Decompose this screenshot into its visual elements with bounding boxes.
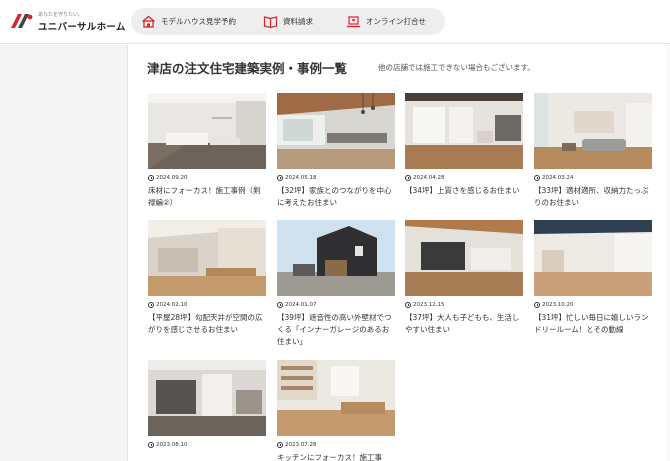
case-card[interactable]: 2024.04.28 【34坪】上質さを感じるお住まい bbox=[405, 93, 523, 197]
laptop-icon bbox=[347, 16, 360, 28]
case-photo[interactable] bbox=[534, 220, 652, 296]
clock-icon bbox=[277, 175, 283, 181]
case-card[interactable]: 2024.05.18 【32坪】家族とのつながりを中心に考えたお住まい bbox=[277, 93, 395, 209]
case-photo[interactable] bbox=[277, 220, 395, 296]
clock-icon bbox=[148, 175, 154, 181]
brand-logo[interactable]: あなたを守りたい。 ユニバーサルホーム bbox=[6, 8, 126, 36]
case-photo[interactable] bbox=[148, 93, 266, 169]
nav-label: モデルハウス見学予約 bbox=[161, 17, 236, 26]
page-scrollbar[interactable] bbox=[666, 45, 670, 461]
post-date: 2023.07.28 bbox=[277, 441, 395, 449]
nav-request-brochure[interactable]: 資料請求 bbox=[263, 8, 346, 35]
case-title[interactable]: 床材にフォーカス！施工事例（剣禄編②） bbox=[148, 185, 266, 209]
post-date: 2024.01.07 bbox=[277, 301, 395, 309]
left-sidebar bbox=[0, 45, 128, 461]
post-date: 2023.10.20 bbox=[534, 301, 652, 309]
case-title[interactable]: キッチンにフォーカス！施工事 bbox=[277, 452, 395, 461]
case-photo[interactable] bbox=[534, 93, 652, 169]
clock-icon bbox=[405, 302, 411, 308]
clock-icon bbox=[405, 175, 411, 181]
case-title[interactable]: 【平屋28坪】勾配天井が空間の広がりを感じさせるお住まい bbox=[148, 312, 266, 336]
case-title[interactable]: 【39坪】遮音性の高い外壁材でつくる「インナーガレージのあるお住まい」 bbox=[277, 312, 395, 348]
clock-icon bbox=[534, 302, 540, 308]
post-date: 2023.12.15 bbox=[405, 301, 523, 309]
nav-label: 資料請求 bbox=[283, 17, 313, 26]
page-note: 他の店舗では施工できない場合もございます。 bbox=[378, 63, 535, 72]
nav-label: オンライン打合せ bbox=[366, 17, 426, 26]
book-icon bbox=[263, 16, 278, 28]
post-date: 2024.03.24 bbox=[534, 174, 652, 182]
house-icon bbox=[142, 15, 155, 28]
page-title: 津店の注文住宅建築実例・事例一覧 bbox=[147, 61, 348, 76]
case-photo[interactable] bbox=[405, 93, 523, 169]
case-card[interactable]: 2024.09.20 床材にフォーカス！施工事例（剣禄編②） bbox=[148, 93, 266, 209]
post-date: 2023.08.10 bbox=[148, 441, 266, 449]
post-date: 2024.09.20 bbox=[148, 174, 266, 182]
case-photo[interactable] bbox=[405, 220, 523, 296]
case-photo[interactable] bbox=[148, 220, 266, 296]
case-title[interactable]: 【32坪】家族とのつながりを中心に考えたお住まい bbox=[277, 185, 395, 209]
site-header: あなたを守りたい。 ユニバーサルホーム モデルハウス見学予約 資料請求 オンライ… bbox=[0, 0, 670, 44]
case-title[interactable]: 【34坪】上質さを感じるお住まい bbox=[405, 185, 523, 197]
case-card[interactable]: 2023.08.10 bbox=[148, 360, 266, 449]
clock-icon bbox=[277, 442, 283, 448]
clock-icon bbox=[148, 442, 154, 448]
nav-model-house-reservation[interactable]: モデルハウス見学予約 bbox=[141, 8, 263, 35]
case-card[interactable]: 2024.03.24 【33坪】適材適所、収納力たっぷりのお住まい bbox=[534, 93, 652, 209]
case-title[interactable]: 【31坪】忙しい毎日に嬉しいランドリールーム！とその動線 bbox=[534, 312, 652, 336]
header-nav: モデルハウス見学予約 資料請求 オンライン打合せ bbox=[131, 8, 445, 35]
case-photo[interactable] bbox=[277, 360, 395, 436]
clock-icon bbox=[277, 302, 283, 308]
case-card[interactable]: 2024.02.10 【平屋28坪】勾配天井が空間の広がりを感じさせるお住まい bbox=[148, 220, 266, 336]
case-title[interactable]: 【33坪】適材適所、収納力たっぷりのお住まい bbox=[534, 185, 652, 209]
post-date: 2024.02.10 bbox=[148, 301, 266, 309]
logo-tagline: あなたを守りたい。 bbox=[38, 12, 84, 18]
logo-name: ユニバーサルホーム bbox=[38, 22, 126, 33]
case-card[interactable]: 2023.07.28 キッチンにフォーカス！施工事 bbox=[277, 360, 395, 461]
clock-icon bbox=[148, 302, 154, 308]
case-card[interactable]: 2024.01.07 【39坪】遮音性の高い外壁材でつくる「インナーガレージのあ… bbox=[277, 220, 395, 348]
case-photo[interactable] bbox=[148, 360, 266, 436]
case-photo[interactable] bbox=[277, 93, 395, 169]
case-card[interactable]: 2023.10.20 【31坪】忙しい毎日に嬉しいランドリールーム！とその動線 bbox=[534, 220, 652, 336]
nav-online-meeting[interactable]: オンライン打合せ bbox=[346, 8, 426, 35]
case-card[interactable]: 2023.12.15 【37坪】大人も子どもも、生活しやすい住まい bbox=[405, 220, 523, 336]
post-date: 2024.04.28 bbox=[405, 174, 523, 182]
case-title[interactable]: 【37坪】大人も子どもも、生活しやすい住まい bbox=[405, 312, 523, 336]
logo-mark-icon bbox=[11, 14, 33, 28]
clock-icon bbox=[534, 175, 540, 181]
post-date: 2024.05.18 bbox=[277, 174, 395, 182]
